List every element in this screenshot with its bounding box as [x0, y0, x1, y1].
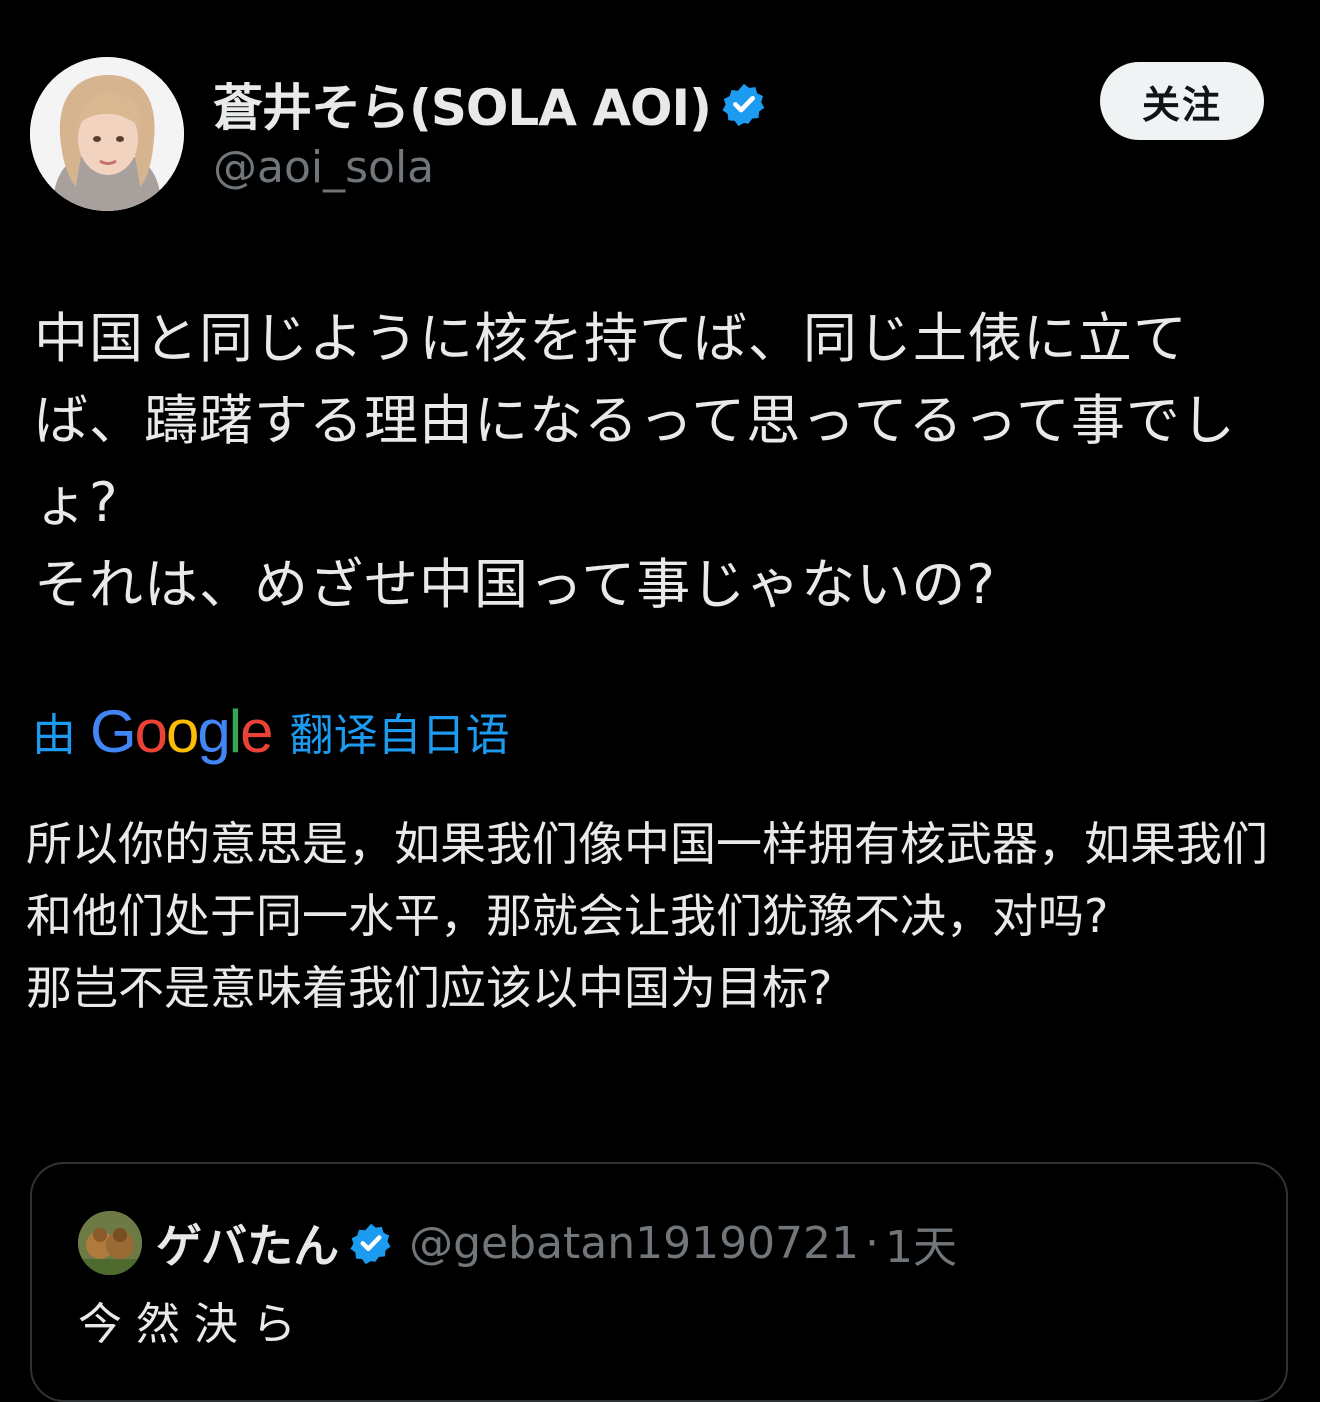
google-letter: l — [228, 697, 242, 765]
google-letter: g — [197, 697, 230, 765]
tweet-translated-text: 所以你的意思是，如果我们像中国一样拥有核武器，如果我们和他们处于同一水平，那就会… — [26, 808, 1296, 1024]
quoted-author-avatar[interactable] — [78, 1211, 142, 1275]
translation-suffix: 翻译自日语 — [289, 710, 510, 761]
tweet-original-text: 中国と同じように核を持てば、同じ土俵に立てば、躊躇する理由になるって思ってるって… — [34, 298, 1284, 626]
quoted-author-handle[interactable]: @gebatan19190721 — [409, 1218, 859, 1269]
google-letter: o — [134, 697, 168, 765]
google-letter: e — [240, 697, 273, 765]
quoted-author-name[interactable]: ゲバたん — [156, 1210, 339, 1276]
author-handle[interactable]: @aoi_sola — [213, 142, 434, 193]
google-letter: o — [166, 697, 199, 765]
quoted-tweet-card[interactable]: ゲバたん @gebatan19190721 · 1天 今 然 決 ら — [30, 1162, 1288, 1402]
verified-badge-icon — [349, 1221, 393, 1265]
tweet-original-line: 中国と同じように核を持てば、同じ土俵に立てば、躊躇する理由になるって思ってるって… — [34, 307, 1236, 534]
quoted-avatar-image — [78, 1211, 142, 1275]
follow-button[interactable]: 关注 — [1100, 62, 1264, 140]
verified-badge-icon — [721, 81, 767, 127]
author-name-row: 蒼井そら(SOLA AOI) — [213, 72, 767, 137]
author-display-name[interactable]: 蒼井そら(SOLA AOI) — [213, 68, 712, 140]
quoted-tweet-header: ゲバたん @gebatan19190721 · 1天 — [78, 1208, 957, 1278]
translation-prefix: 由 — [32, 710, 76, 761]
translation-attribution[interactable]: 由 Google 翻译自日语 — [32, 696, 510, 766]
author-avatar[interactable] — [30, 57, 184, 211]
google-logo: Google — [90, 697, 274, 766]
author-avatar-image — [30, 57, 184, 211]
google-letter: G — [90, 697, 137, 765]
quoted-timestamp[interactable]: 1天 — [885, 1211, 957, 1275]
tweet-translated-line: 那岂不是意味着我们应该以中国为目标? — [26, 961, 833, 1015]
tweet-original-line: それは、めざせ中国って事じゃないの? — [34, 553, 996, 616]
quoted-separator: · — [865, 1217, 880, 1269]
quoted-tweet-text: 今 然 決 ら — [78, 1299, 296, 1350]
tweet-translated-line: 所以你的意思是，如果我们像中国一样拥有核武器，如果我们和他们处于同一水平，那就会… — [26, 817, 1268, 943]
